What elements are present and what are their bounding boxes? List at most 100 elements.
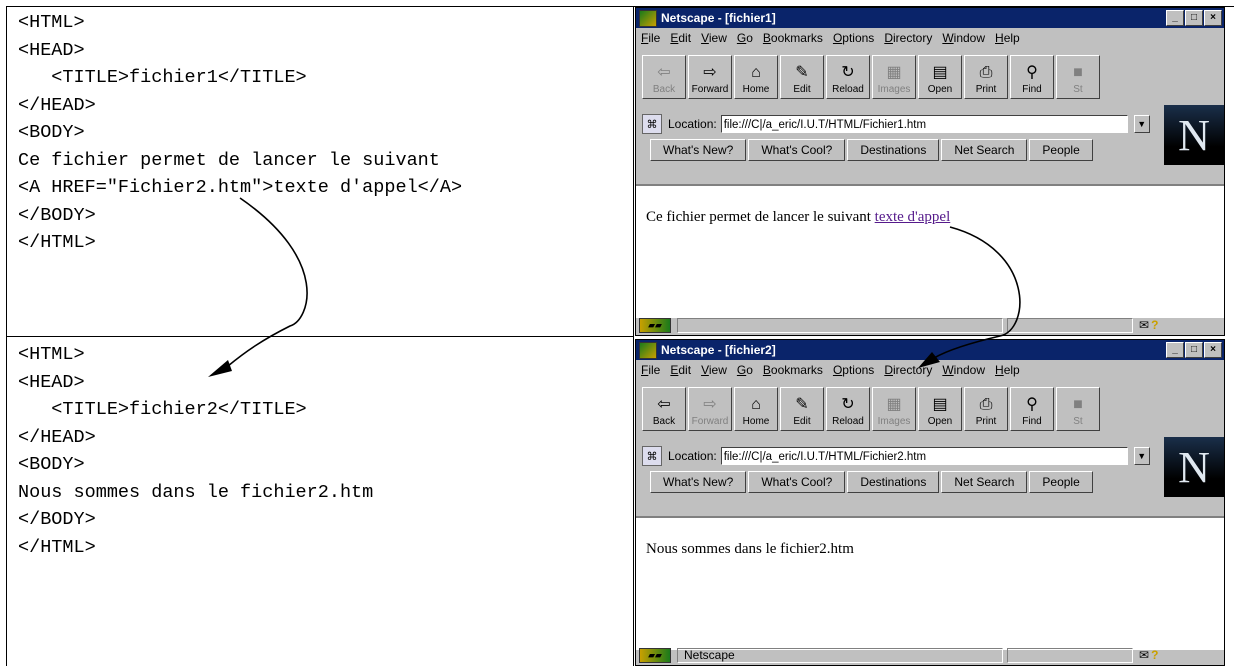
mail-icon[interactable]: ✉ <box>1139 648 1149 662</box>
directory-button-destinations[interactable]: Destinations <box>847 139 940 161</box>
location-bar: ⌘ Location: file:///C|/a_eric/I.U.T/HTML… <box>642 444 1150 468</box>
code-line: <TITLE>fichier1</TITLE> <box>18 67 307 88</box>
code-line: <TITLE>fichier2</TITLE> <box>18 399 307 420</box>
stop-icon: ■ <box>1073 64 1083 81</box>
toolbar-button-label: Print <box>975 416 997 427</box>
directory-button-what-s-cool[interactable]: What's Cool? <box>748 139 846 161</box>
open-button[interactable]: ▤ Open <box>918 55 962 99</box>
comparison-table: <HTML> <HEAD> <TITLE>fichier1</TITLE> </HE… <box>6 6 1234 666</box>
directory-button-people[interactable]: People <box>1029 139 1093 161</box>
reload-button[interactable]: ↻ Reload <box>826 55 870 99</box>
home-icon: ⌂ <box>751 64 761 81</box>
menu-item-view[interactable]: View <box>701 363 727 377</box>
back-button[interactable]: ⇦ Back <box>642 387 686 431</box>
security-key-icon[interactable]: ▰▰ <box>639 317 671 333</box>
directory-button-people[interactable]: People <box>1029 471 1093 493</box>
toolbar-button-label: St <box>1073 84 1083 95</box>
menu-item-go[interactable]: Go <box>737 31 753 45</box>
edit-button[interactable]: ✎ Edit <box>780 55 824 99</box>
menu-item-window[interactable]: Window <box>942 363 985 377</box>
directory-button-what-s-new[interactable]: What's New? <box>650 139 747 161</box>
images-button: ▦ Images <box>872 55 916 99</box>
directory-button-destinations[interactable]: Destinations <box>847 471 940 493</box>
menu-item-bookmarks[interactable]: Bookmarks <box>763 363 823 377</box>
reload-button[interactable]: ↻ Reload <box>826 387 870 431</box>
menu-item-directory[interactable]: Directory <box>884 31 932 45</box>
home-button[interactable]: ⌂ Home <box>734 387 778 431</box>
window-titlebar[interactable]: Netscape - [fichier1] _ □ × <box>636 8 1224 28</box>
menu-item-file[interactable]: File <box>641 363 660 377</box>
print-icon: ⎙ <box>979 64 993 81</box>
code-line: </HTML> <box>18 536 96 558</box>
menu-item-edit[interactable]: Edit <box>670 31 691 45</box>
close-button[interactable]: × <box>1204 342 1222 358</box>
code-line: <HEAD> <box>18 39 85 61</box>
window-titlebar[interactable]: Netscape - [fichier2] _ □ × <box>636 340 1224 360</box>
location-dropdown-arrow-icon[interactable]: ▼ <box>1133 115 1150 133</box>
toolbar-button-label: Edit <box>793 416 811 427</box>
netscape-n-logo[interactable]: N <box>1164 437 1224 497</box>
page-text: Ce fichier permet de lancer le suivant <box>646 209 875 225</box>
location-input[interactable]: file:///C|/a_eric/I.U.T/HTML/Fichier1.ht… <box>720 115 1128 133</box>
open-button[interactable]: ▤ Open <box>918 387 962 431</box>
edit-button[interactable]: ✎ Edit <box>780 387 824 431</box>
directory-button-what-s-new[interactable]: What's New? <box>650 471 747 493</box>
close-button[interactable]: × <box>1204 10 1222 26</box>
menu-item-bookmarks[interactable]: Bookmarks <box>763 31 823 45</box>
directory-button-net-search[interactable]: Net Search <box>941 139 1028 161</box>
netscape-n-logo[interactable]: N <box>1164 105 1224 165</box>
menu-item-options[interactable]: Options <box>833 363 874 377</box>
window-title: Netscape - [fichier1] <box>661 11 776 25</box>
maximize-button[interactable]: □ <box>1185 342 1203 358</box>
status-text <box>677 317 1003 333</box>
menu-item-options[interactable]: Options <box>833 31 874 45</box>
back-arrow-icon: ⇦ <box>657 396 671 413</box>
minimize-button[interactable]: _ <box>1166 342 1184 358</box>
netscape-window-fichier1: Netscape - [fichier1] _ □ × File Edit View… <box>635 7 1225 336</box>
menu-item-go[interactable]: Go <box>737 363 753 377</box>
page-text: Nous sommes dans le fichier2.htm <box>646 541 854 557</box>
maximize-button[interactable]: □ <box>1185 10 1203 26</box>
code-line: <BODY> <box>18 122 85 143</box>
toolbar-button-label: Forward <box>691 84 729 95</box>
print-button[interactable]: ⎙ Print <box>964 55 1008 99</box>
forward-arrow-icon: ⇨ <box>703 64 717 81</box>
menu-item-help[interactable]: Help <box>995 31 1020 45</box>
location-dropdown-arrow-icon[interactable]: ▼ <box>1133 447 1150 465</box>
back-button: ⇦ Back <box>642 55 686 99</box>
find-button[interactable]: ⚲ Find <box>1010 55 1054 99</box>
progress-field <box>1007 647 1133 663</box>
print-icon: ⎙ <box>979 396 993 413</box>
toolbar-button-label: Find <box>1022 416 1042 427</box>
menu-item-edit[interactable]: Edit <box>670 363 691 377</box>
menu-item-file[interactable]: File <box>641 31 660 45</box>
print-button[interactable]: ⎙ Print <box>964 387 1008 431</box>
help-icon[interactable]: ? <box>1151 318 1158 332</box>
home-button[interactable]: ⌂ Home <box>734 55 778 99</box>
mail-icon[interactable]: ✉ <box>1139 318 1149 332</box>
bookmark-quickfile-icon[interactable]: ⌘ <box>642 114 662 134</box>
menu-item-help[interactable]: Help <box>995 363 1020 377</box>
directory-button-net-search[interactable]: Net Search <box>941 471 1028 493</box>
help-icon[interactable]: ? <box>1151 648 1158 662</box>
find-icon: ⚲ <box>1026 396 1038 413</box>
location-bar: ⌘ Location: file:///C|/a_eric/I.U.T/HTML… <box>642 112 1150 136</box>
toolbar-button-label: Open <box>927 416 953 427</box>
find-button[interactable]: ⚲ Find <box>1010 387 1054 431</box>
toolbar-button-label: Reload <box>832 84 864 95</box>
status-bar: ▰▰ ✉ ? <box>636 315 1224 335</box>
bookmark-quickfile-icon[interactable]: ⌘ <box>642 446 662 466</box>
menu-item-view[interactable]: View <box>701 31 727 45</box>
directory-buttons: What's New? What's Cool? Destinations Net S… <box>650 471 1095 495</box>
security-key-icon[interactable]: ▰▰ <box>639 647 671 663</box>
minimize-button[interactable]: _ <box>1166 10 1184 26</box>
code-line: Nous sommes dans le fichier2.htm <box>18 481 374 503</box>
directory-button-what-s-cool[interactable]: What's Cool? <box>748 471 846 493</box>
menu-item-directory[interactable]: Directory <box>884 363 932 377</box>
location-input[interactable]: file:///C|/a_eric/I.U.T/HTML/Fichier2.ht… <box>720 447 1128 465</box>
st-button: ■ St <box>1056 387 1100 431</box>
toolbar-button-label: Open <box>927 84 953 95</box>
forward-button[interactable]: ⇨ Forward <box>688 55 732 99</box>
page-link[interactable]: texte d'appel <box>875 209 951 225</box>
menu-item-window[interactable]: Window <box>942 31 985 45</box>
